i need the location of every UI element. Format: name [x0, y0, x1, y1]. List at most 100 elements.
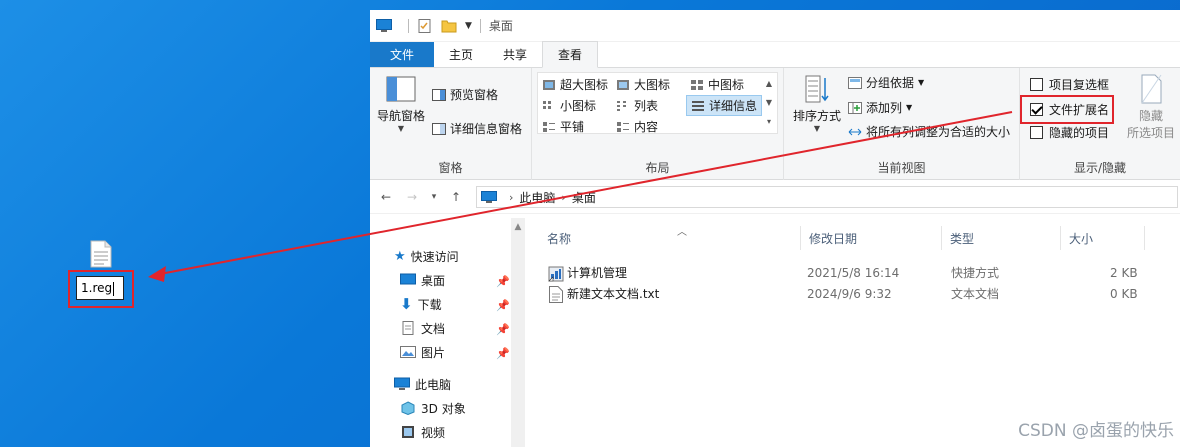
explorer-window: ▼ 桌面 文件 主页 共享 查看 导航窗格 ▼ 预览窗格 详细信息窗格 窗格 超… [370, 10, 1180, 447]
cube-icon [401, 401, 415, 415]
details-pane-icon [432, 122, 446, 135]
nav-item-3d-objects[interactable]: 3D 对象 [400, 397, 466, 419]
nav-item-videos[interactable]: 视频 [400, 421, 445, 443]
column-date-modified[interactable]: 修改日期 [801, 226, 942, 250]
nav-item-downloads[interactable]: ⬇ 下载 [400, 293, 442, 315]
monitor-icon [376, 18, 392, 32]
group-show-hide: 项目复选框 文件扩展名 隐藏的项目 隐藏 所选项目 显示/隐藏 [1020, 68, 1180, 180]
extra-large-icons-icon [543, 79, 555, 90]
file-name: 计算机管理 [567, 266, 628, 280]
layout-scroll[interactable]: ▲ ▼ ▾ [762, 74, 776, 131]
add-column-icon [848, 101, 862, 114]
hidden-items-checkbox[interactable] [1030, 126, 1043, 139]
pin-icon[interactable]: 📌 [496, 347, 510, 360]
file-list: 名称 ︿ 修改日期 类型 大小 计算机管理 2021/5/8 16:14 快捷方式… [525, 218, 1180, 447]
tab-view[interactable]: 查看 [542, 41, 599, 68]
nav-item-desktop[interactable]: 桌面 [400, 269, 445, 291]
fit-columns-button[interactable]: 将所有列调整为合适的大小 [848, 123, 1010, 140]
layout-medium-icons[interactable]: 中图标 [690, 76, 744, 93]
details-pane-button[interactable]: 详细信息窗格 [432, 120, 522, 137]
column-name[interactable]: 名称 ︿ [539, 226, 801, 250]
computer-management-icon [548, 266, 564, 282]
nav-pane-icon [386, 76, 416, 102]
group-by-button[interactable]: 分组依据 ▼ [848, 74, 924, 91]
pin-icon[interactable]: 📌 [496, 275, 510, 288]
star-icon: ★ [394, 248, 406, 264]
this-pc-icon [394, 377, 410, 390]
layout-details[interactable]: 详细信息 [686, 95, 763, 116]
large-icons-icon [617, 79, 629, 90]
layout-content[interactable]: 内容 [616, 118, 658, 135]
group-by-icon [848, 76, 862, 89]
details-icon [692, 100, 704, 111]
group-label-panes: 窗格 [438, 161, 463, 175]
properties-icon[interactable] [417, 18, 433, 33]
preview-pane-icon [432, 88, 446, 101]
hide-selected-button[interactable]: 隐藏 所选项目 [1124, 74, 1178, 141]
new-folder-icon[interactable] [441, 19, 457, 33]
group-label-show-hide: 显示/隐藏 [1073, 161, 1127, 175]
medium-icons-icon [691, 79, 703, 90]
sort-ascending-icon: ︿ [677, 227, 687, 238]
pin-icon[interactable]: 📌 [496, 299, 510, 312]
fit-columns-icon [848, 128, 862, 135]
hidden-items-toggle[interactable]: 隐藏的项目 [1030, 124, 1109, 141]
tab-home[interactable]: 主页 [434, 42, 488, 67]
extension-highlight-box [1020, 95, 1114, 124]
preview-pane-button[interactable]: 预览窗格 [432, 86, 498, 103]
nav-item-pictures-pc[interactable]: 图片 [400, 443, 445, 447]
rename-input[interactable]: 1.reg [76, 276, 124, 300]
scroll-up-icon[interactable]: ▲ [511, 222, 525, 232]
table-row[interactable]: 新建文本文档.txt 2024/9/6 9:32 文本文档 0 KB [543, 284, 1143, 305]
item-checkboxes-checkbox[interactable] [1030, 78, 1043, 91]
recent-dropdown-icon[interactable]: ▾ [428, 192, 440, 202]
file-size: 0 KB [1110, 287, 1138, 301]
file-type: 文本文档 [951, 287, 1000, 301]
crumb-desktop[interactable]: 桌面 [572, 189, 596, 206]
nav-scrollbar[interactable]: ▲ [511, 218, 525, 447]
navigation-pane: ★ 快速访问 桌面 ⬇ 下载 文档 图片 📌 📌 📌 📌 此电脑 3D 对象 视… [370, 218, 525, 447]
layout-list[interactable]: 列表 [616, 97, 658, 114]
window-title: 桌面 [488, 19, 513, 33]
crumb-this-pc[interactable]: 此电脑 [519, 189, 555, 206]
pin-icon[interactable]: 📌 [496, 323, 510, 336]
tab-file[interactable]: 文件 [370, 42, 435, 67]
layout-large-icons[interactable]: 大图标 [616, 76, 670, 93]
text-file-icon [549, 286, 563, 303]
picture-icon [400, 346, 416, 358]
tab-share[interactable]: 共享 [488, 42, 542, 67]
table-row[interactable]: 计算机管理 2021/5/8 16:14 快捷方式 2 KB [543, 263, 1143, 284]
nav-this-pc[interactable]: 此电脑 [394, 373, 451, 395]
file-date: 2021/5/8 16:14 [807, 266, 900, 280]
tiles-icon [543, 121, 555, 132]
nav-quick-access[interactable]: ★ 快速访问 [394, 245, 459, 267]
column-size[interactable]: 大小 [1061, 226, 1145, 250]
layout-small-icons[interactable]: 小图标 [542, 97, 596, 114]
group-panes: 导航窗格 ▼ 预览窗格 详细信息窗格 窗格 [370, 68, 532, 180]
quick-access-dropdown-icon[interactable]: ▼ [465, 21, 472, 31]
address-bar[interactable]: › 此电脑 › 桌面 [476, 186, 1178, 208]
crumb-separator-icon: › [509, 190, 514, 204]
file-size: 2 KB [1110, 266, 1138, 280]
layout-extra-large-icons[interactable]: 超大图标 [542, 76, 608, 93]
crumb-separator-icon: › [561, 190, 566, 204]
nav-item-pictures[interactable]: 图片 [400, 341, 445, 363]
forward-button[interactable]: → [402, 190, 422, 204]
nav-item-documents[interactable]: 文档 [400, 317, 445, 339]
layout-tiles[interactable]: 平铺 [542, 118, 584, 135]
list-icon [617, 100, 626, 111]
nav-pane-button[interactable]: 导航窗格 ▼ [376, 76, 426, 133]
ribbon-tabs: 文件 主页 共享 查看 [370, 41, 1180, 68]
document-icon [402, 321, 414, 335]
ribbon-view: 导航窗格 ▼ 预览窗格 详细信息窗格 窗格 超大图标 大图标 中图标 小图标 列… [370, 68, 1180, 180]
back-button[interactable]: ← [376, 190, 396, 204]
content-icon [617, 121, 629, 132]
add-column-button[interactable]: 添加列 ▼ [848, 99, 912, 116]
item-checkboxes-toggle[interactable]: 项目复选框 [1030, 76, 1109, 93]
sort-by-button[interactable]: 排序方式 ▼ [790, 74, 844, 133]
this-pc-icon [481, 191, 497, 203]
hide-selected-icon [1141, 74, 1162, 104]
column-type[interactable]: 类型 [942, 226, 1061, 250]
up-button[interactable]: ↑ [446, 190, 466, 204]
text-file-icon [90, 240, 112, 268]
